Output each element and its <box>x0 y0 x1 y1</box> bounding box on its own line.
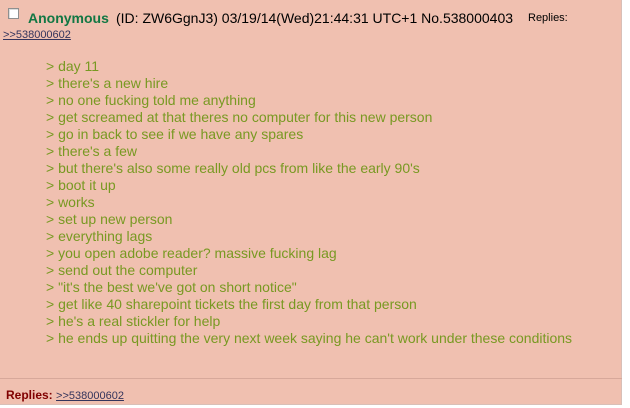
greentext-line: > day 11 <box>46 58 100 74</box>
greentext-line: > get screamed at that theres no compute… <box>46 109 433 125</box>
greentext-line: > there's a few <box>46 143 137 159</box>
greentext-line: > set up new person <box>46 211 173 227</box>
greentext-line: > go in back to see if we have any spare… <box>46 126 304 142</box>
greentext-line: > no one fucking told me anything <box>46 92 256 108</box>
greentext-line: > he's a real stickler for help <box>46 313 221 329</box>
post-body: > day 11 > there's a new hire > no one f… <box>46 58 586 347</box>
greentext-line: > everything lags <box>46 228 153 244</box>
post-divider <box>0 378 622 379</box>
post-meta: (ID: ZW6GgnJ3) 03/19/14(Wed)21:44:31 UTC… <box>116 10 514 26</box>
greentext-line: > he ends up quitting the very next week… <box>46 330 573 346</box>
footer-replies-label: Replies: <box>6 388 53 402</box>
greentext-line: > "it's the best we've got on short noti… <box>46 279 297 295</box>
greentext-line: > but there's also some really old pcs f… <box>46 160 420 176</box>
replies-label: Replies: <box>528 12 568 24</box>
greentext-line: > boot it up <box>46 177 116 193</box>
post-footer: Replies: >>538000602 <box>6 388 124 402</box>
poster-name: Anonymous <box>28 10 109 26</box>
greentext-line: > get like 40 sharepoint tickets the fir… <box>46 296 417 312</box>
footer-reply-link[interactable]: >>538000602 <box>56 390 124 402</box>
greentext-line: > works <box>46 194 95 210</box>
greentext-line: > you open adobe reader? massive fucking… <box>46 245 337 261</box>
post-container: Anonymous (ID: ZW6GgnJ3) 03/19/14(Wed)21… <box>0 0 622 405</box>
greentext-line: > there's a new hire <box>46 75 169 91</box>
post-select-checkbox[interactable] <box>8 8 19 19</box>
reply-link[interactable]: >>538000602 <box>3 29 71 41</box>
greentext-line: > send out the computer <box>46 262 198 278</box>
